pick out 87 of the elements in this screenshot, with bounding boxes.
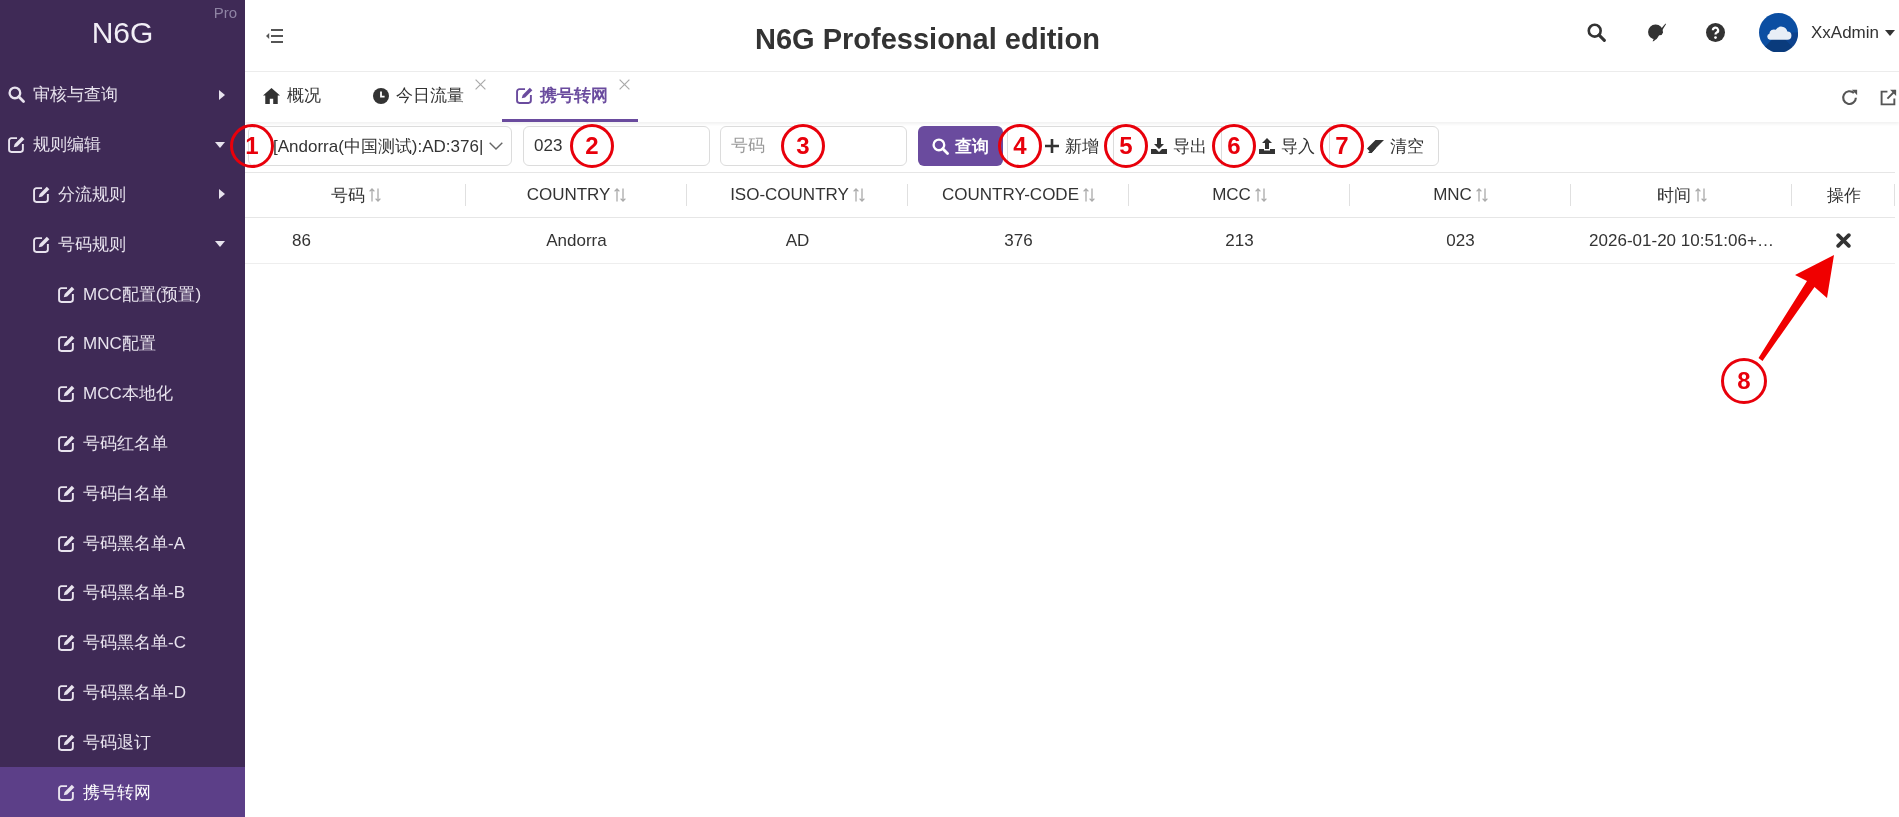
edit-icon [516,87,533,104]
callout-number: 5 [1104,124,1148,168]
edit-icon [58,733,75,751]
search-icon[interactable] [1586,23,1606,42]
edit-icon [58,434,75,452]
app-title: N6G Professional edition [755,21,1100,56]
sort-icon[interactable] [1083,188,1095,202]
edit-icon [58,634,75,652]
eraser-icon [1367,139,1384,153]
column-header[interactable]: ISO-COUNTRY [687,173,908,217]
column-header[interactable]: MNC [1350,173,1571,217]
tab[interactable]: 今日流量 [359,72,494,122]
callout-number: 3 [781,124,825,168]
edit-icon [58,335,75,353]
table-cell-text: 376 [1003,229,1034,252]
column-header[interactable]: 号码 [245,173,466,217]
plus-icon [1045,139,1059,153]
home-icon [263,87,280,104]
callout-number: 6 [1212,124,1256,168]
sidebar-item[interactable]: 号码黑名单-B [0,567,245,618]
delete-icon[interactable] [1836,233,1851,248]
menu-icon[interactable] [266,28,283,43]
sidebar-item[interactable]: 分流规则 [0,169,245,220]
search-icon [8,86,25,104]
edit-icon [8,136,25,154]
column-header[interactable]: 时间 [1571,173,1792,217]
external-link-icon[interactable] [1880,88,1897,106]
query-button[interactable]: 查询 [918,126,1003,166]
edition-label: Pro [213,4,237,22]
callout-number: 4 [998,124,1042,168]
close-icon[interactable] [619,79,630,90]
edit-icon [58,783,75,801]
table-cell-text: 2026-01-20 10:51:06+… [1588,229,1775,252]
table-cell-text: 213 [1224,229,1255,252]
sidebar-item[interactable]: 携号转网 [0,767,245,817]
edit-icon [58,534,75,552]
sort-icon[interactable] [614,188,627,202]
sort-icon[interactable] [368,188,381,202]
sidebar-item[interactable]: MCC本地化 [0,368,245,419]
sort-icon[interactable] [1694,188,1707,202]
caret-icon [1885,29,1895,36]
sidebar-item[interactable]: 号码黑名单-C [0,617,245,668]
user-menu[interactable]: XxAdmin [1810,22,1895,43]
sidebar-item[interactable]: MNC配置 [0,319,245,369]
clock-icon [373,87,389,104]
help-icon[interactable] [1705,23,1725,42]
callout-number: 8 [1721,358,1767,404]
search-icon [932,137,949,155]
edit-icon [33,235,50,253]
tab[interactable]: 携号转网 [502,72,638,122]
table-cell-text: AD [784,229,811,252]
column-header[interactable]: COUNTRY-CODE [908,173,1129,217]
column-header: 操作 [1792,173,1895,217]
chevron-down-icon [489,142,504,150]
table-cell-text: Andorra [545,229,608,252]
edit-icon [58,683,75,701]
column-header[interactable]: MCC [1129,173,1350,217]
sidebar-item[interactable]: 号码红名单 [0,418,245,469]
sidebar-item[interactable]: 审核与查询 [0,70,245,120]
edit-icon [58,484,75,502]
download-icon [1151,138,1167,154]
callout-number: 7 [1320,124,1364,168]
callout-number: 2 [570,124,614,168]
refresh-icon[interactable] [1841,88,1858,106]
sort-icon[interactable] [852,188,865,202]
tab[interactable]: 概况 [249,72,351,122]
sort-icon[interactable] [1254,188,1267,202]
palette-icon[interactable] [1646,23,1666,42]
avatar-icon[interactable] [1758,13,1798,52]
sidebar-item[interactable]: 号码黑名单-D [0,667,245,718]
callout-number: 1 [230,124,274,168]
edit-icon [58,584,75,602]
logo: N6G [91,16,154,50]
close-icon[interactable] [475,79,486,90]
sidebar-item[interactable]: 号码退订 [0,717,245,768]
edit-icon [33,186,50,203]
sidebar-item[interactable]: 号码黑名单-A [0,518,245,568]
column-header[interactable]: COUNTRY [466,173,687,217]
sidebar-item[interactable]: MCC配置(预置) [0,269,245,319]
edit-icon [58,385,75,403]
upload-icon [1259,138,1275,154]
table-cell-text: 023 [1445,229,1476,252]
sidebar-item[interactable]: 号码白名单 [0,468,245,519]
edit-icon [58,285,75,303]
sidebar-item[interactable]: 号码规则 [0,219,245,270]
sort-icon[interactable] [1475,188,1488,202]
table-cell-text: 86 [291,229,312,252]
